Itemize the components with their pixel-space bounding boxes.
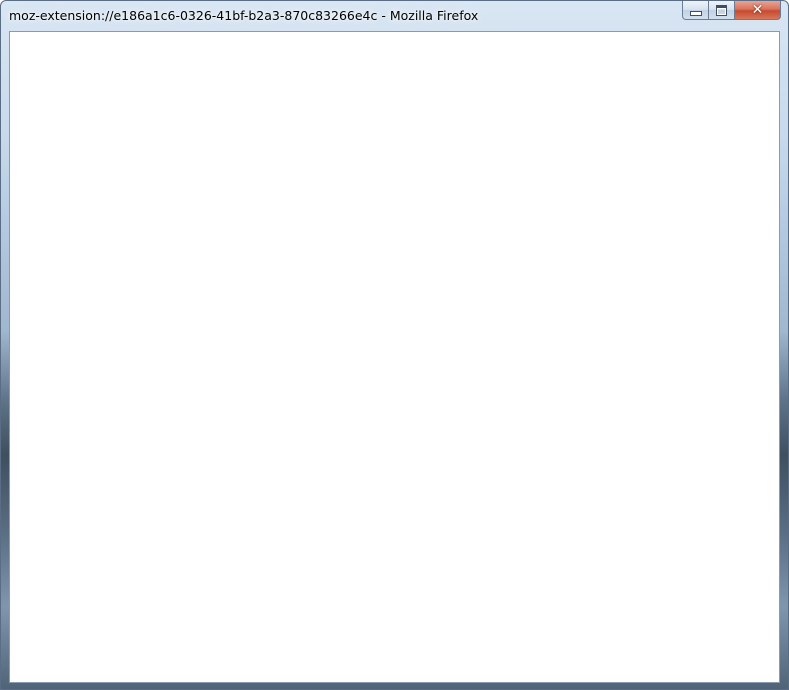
title-bar[interactable]: moz-extension://e186a1c6-0326-41bf-b2a3-… xyxy=(1,1,788,31)
window-title: moz-extension://e186a1c6-0326-41bf-b2a3-… xyxy=(9,8,479,23)
minimize-button[interactable] xyxy=(682,1,709,20)
minimize-icon xyxy=(689,10,702,16)
maximize-icon xyxy=(716,4,727,16)
maximize-button[interactable] xyxy=(709,1,735,20)
browser-window: moz-extension://e186a1c6-0326-41bf-b2a3-… xyxy=(0,0,789,690)
close-icon: ✕ xyxy=(751,2,764,18)
window-controls: ✕ xyxy=(682,1,781,21)
close-button[interactable]: ✕ xyxy=(735,1,781,20)
page-content[interactable] xyxy=(9,31,780,683)
